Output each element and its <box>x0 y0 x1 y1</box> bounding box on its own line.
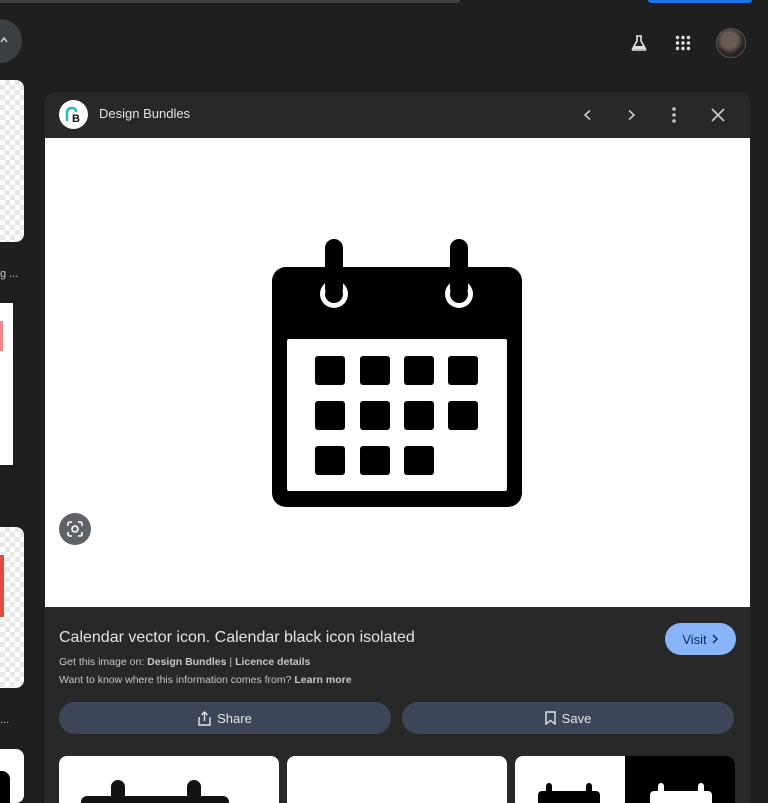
chevron-up-icon <box>0 32 9 50</box>
preview-image[interactable] <box>45 138 750 607</box>
accent-button-edge <box>648 0 752 3</box>
result-thumbnail[interactable] <box>0 749 24 803</box>
related-image[interactable] <box>287 756 507 803</box>
account-avatar[interactable] <box>716 28 746 58</box>
visit-button[interactable]: Visit <box>665 623 736 655</box>
related-image[interactable] <box>515 756 735 803</box>
source-info: Get this image on: Design Bundles | Lice… <box>59 656 310 668</box>
header-actions <box>628 28 746 58</box>
labs-flask-icon[interactable] <box>628 32 650 54</box>
more-vert-icon <box>672 107 676 123</box>
source-logo[interactable]: B <box>59 100 88 129</box>
chevron-right-icon <box>628 109 636 121</box>
source-link[interactable]: Design Bundles <box>147 656 226 668</box>
share-icon <box>198 710 211 726</box>
lens-search-button[interactable] <box>59 513 91 545</box>
calendar-icon <box>538 783 712 803</box>
learn-more-link[interactable]: Learn more <box>294 674 351 686</box>
source-name[interactable]: Design Bundles <box>99 106 190 121</box>
image-title[interactable]: Calendar vector icon. Calendar black ico… <box>59 629 415 647</box>
related-image[interactable] <box>59 756 279 803</box>
result-thumbnail[interactable] <box>0 80 24 242</box>
save-label: Save <box>561 710 592 726</box>
licence-link[interactable]: Licence details <box>235 656 310 668</box>
search-bar-edge <box>0 0 460 3</box>
info-question: Want to know where this information come… <box>59 674 352 686</box>
result-thumbnail[interactable] <box>0 527 24 688</box>
share-label: Share <box>217 710 252 726</box>
bookmark-icon <box>544 711 556 725</box>
chevron-left-icon <box>583 109 591 121</box>
separator: | <box>229 656 233 668</box>
result-thumbnail[interactable] <box>0 303 13 465</box>
panel-header: B Design Bundles <box>45 92 750 138</box>
back-button[interactable] <box>0 19 22 63</box>
close-icon <box>711 108 725 122</box>
next-button[interactable] <box>619 103 643 127</box>
visit-label: Visit <box>682 631 707 647</box>
apps-grid-icon[interactable] <box>672 32 694 54</box>
image-detail-panel: B Design Bundles Calendar vector icon. C… <box>45 92 750 803</box>
previous-button[interactable] <box>576 103 600 127</box>
result-caption: ... <box>0 714 10 726</box>
svg-text:B: B <box>72 113 80 125</box>
top-strip <box>0 0 768 10</box>
save-button[interactable]: Save <box>402 702 734 734</box>
calendar-icon <box>81 780 229 803</box>
result-caption: g ... <box>0 268 19 280</box>
calendar-icon <box>272 239 522 507</box>
share-button[interactable]: Share <box>59 702 391 734</box>
chevron-right-icon <box>712 634 718 644</box>
close-button[interactable] <box>706 103 730 127</box>
lens-icon <box>67 521 83 537</box>
more-options-button[interactable] <box>662 103 686 127</box>
info-question-text: Want to know where this information come… <box>59 674 292 686</box>
source-prefix: Get this image on: <box>59 656 145 668</box>
